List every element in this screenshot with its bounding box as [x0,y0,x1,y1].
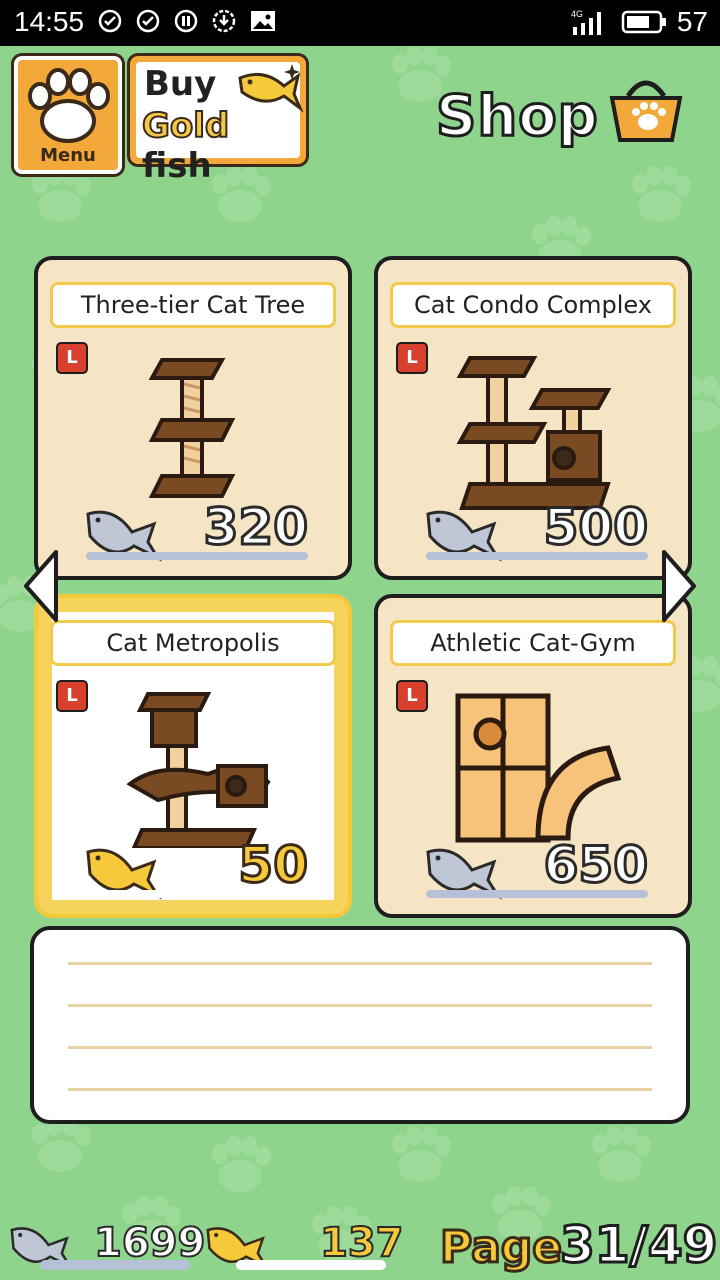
item-description-box [30,926,690,1124]
size-badge: L [56,342,88,374]
shop-item-card[interactable]: Cat Condo Complex L 500 [374,256,692,580]
buy-label: Buy [144,64,217,104]
ruled-line [68,1088,652,1091]
download-circle-icon [212,9,236,33]
ruled-line [68,962,652,965]
check-circle-icon [136,9,160,33]
gold-fish-label: Gold fish [141,105,306,186]
silver-fish-count: 1699 [93,1219,206,1267]
shop-item-card[interactable]: Three-tier Cat Tree L 320 [34,256,352,580]
cat-condo-complex-icon [456,356,612,510]
prev-page-arrow-icon[interactable] [20,548,60,624]
currency-footer: 1699 137 Page 31/49 [0,1210,720,1280]
item-name: Cat Metropolis [50,620,336,666]
image-icon [250,9,275,33]
next-page-arrow-icon[interactable] [660,548,700,624]
ruled-line [68,1046,652,1049]
size-badge: L [56,680,88,712]
item-name: Cat Condo Complex [390,282,676,328]
gold-fish-icon [238,64,304,113]
size-badge: L [396,342,428,374]
network-label: 4G [571,9,583,19]
item-price: 50 [237,835,310,896]
item-price: 500 [542,497,649,558]
menu-button[interactable]: Menu [14,56,122,174]
shop-bag-icon [609,80,683,142]
athletic-cat-gym-icon [455,693,622,843]
ruled-line [68,1004,652,1007]
battery-level: 57 [676,6,708,37]
item-name: Athletic Cat-Gym [390,620,676,666]
shop-item-card[interactable]: Athletic Cat-Gym L 650 [374,594,692,918]
fish-word: fish [142,146,212,186]
check-circle-icon [98,9,122,33]
status-right: 4G 57 [571,6,708,38]
status-bar: 14:55 4G 57 [0,0,720,46]
buy-gold-fish-button[interactable]: Buy Gold fish [130,56,306,186]
battery-icon [621,10,666,34]
signal-icon: 4G [571,9,601,35]
gold-fish-count: 137 [319,1219,404,1267]
menu-label: Menu [40,145,96,166]
paw-icon [28,68,110,143]
page-title: Shop [435,83,600,151]
item-price: 650 [542,835,649,896]
status-time: 14:55 [14,6,85,37]
page-label: Page [438,1221,563,1275]
size-badge: L [396,680,428,712]
pause-circle-icon [174,9,198,33]
gold-word: Gold [141,105,230,147]
three-tier-cat-tree-icon [148,358,236,498]
item-name: Three-tier Cat Tree [50,282,336,328]
page-indicator: 31/49 [558,1215,718,1276]
shop-item-card-selected[interactable]: Cat Metropolis L 50 [34,594,352,918]
notification-icons [98,9,275,33]
cat-metropolis-icon [126,692,271,848]
item-price: 320 [202,497,309,558]
